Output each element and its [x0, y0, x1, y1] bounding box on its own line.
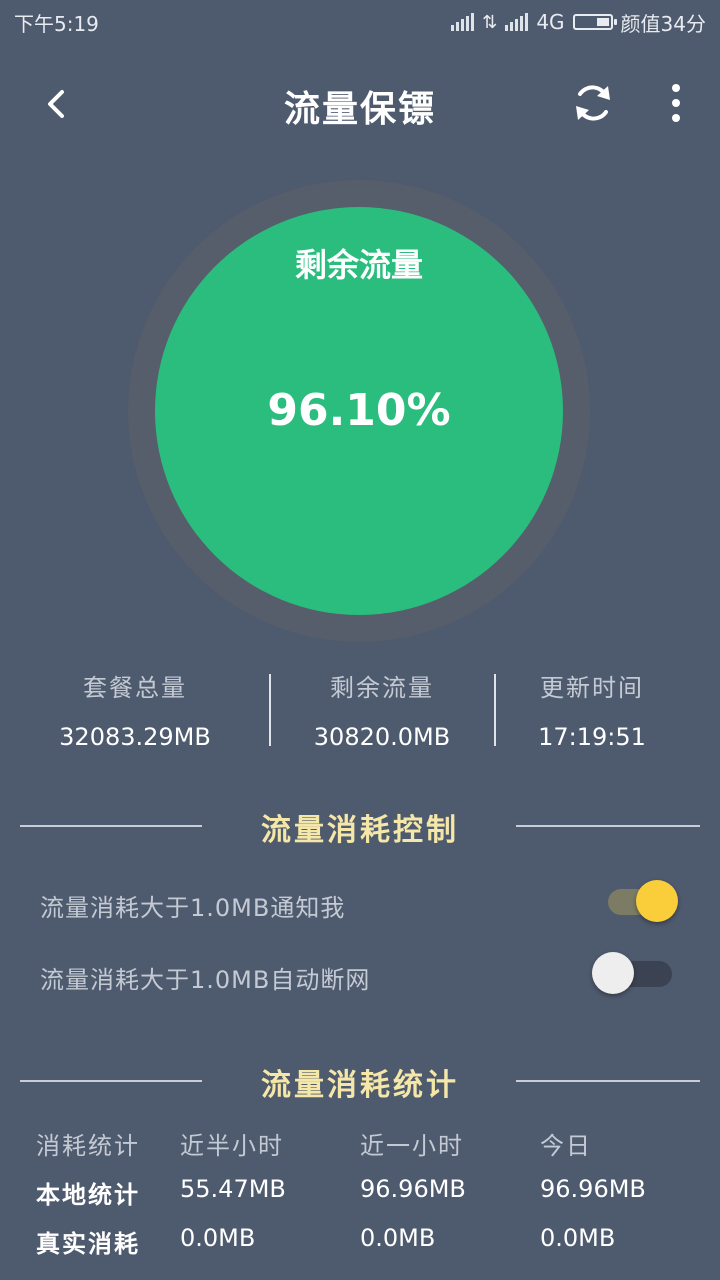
table-cell: 本地统计	[36, 1181, 140, 1209]
network-type: 4G	[536, 10, 565, 34]
control-section-title: 流量消耗控制	[261, 813, 459, 848]
stat-remaining-label: 剩余流量	[330, 674, 434, 702]
stats-row: 套餐总量 32083.29MB 剩余流量 30820.0MB 更新时间 17:1…	[0, 668, 720, 751]
more-options-icon[interactable]	[656, 80, 696, 126]
section-divider	[516, 1080, 700, 1082]
stat-remaining: 剩余流量 30820.0MB	[267, 668, 497, 751]
table-cell: 96.96MB	[540, 1175, 646, 1203]
stat-total-label: 套餐总量	[83, 674, 187, 702]
section-divider	[516, 825, 700, 827]
table-row: 本地统计 55.47MB 96.96MB 96.96MB	[0, 1175, 720, 1215]
stat-update-time: 更新时间 17:19:51	[477, 668, 707, 751]
table-cell: 0.0MB	[540, 1224, 616, 1252]
statistics-section-title: 流量消耗统计	[261, 1068, 459, 1103]
data-arrows-icon: ⇅	[482, 11, 498, 33]
battery-text: 颜值34分	[620, 11, 706, 36]
table-header-cell: 近一小时	[360, 1132, 464, 1160]
statistics-section-header: 流量消耗统计	[0, 1060, 720, 1103]
stat-remaining-value: 30820.0MB	[313, 723, 451, 751]
table-cell: 真实消耗	[36, 1230, 140, 1258]
table-header-cell: 今日	[540, 1132, 592, 1160]
disconnect-switch[interactable]	[592, 952, 676, 996]
signal-icon-2	[505, 13, 529, 31]
table-cell: 0.0MB	[180, 1224, 256, 1252]
control-section-header: 流量消耗控制	[0, 805, 720, 848]
table-row: 真实消耗 0.0MB 0.0MB 0.0MB	[0, 1224, 720, 1264]
table-cell: 0.0MB	[360, 1224, 436, 1252]
disconnect-toggle-label: 流量消耗大于1.0MB自动断网	[40, 966, 371, 994]
stat-update-time-label: 更新时间	[540, 674, 644, 702]
notify-toggle-row: 流量消耗大于1.0MB通知我	[40, 880, 680, 930]
gauge-percent: 96.10%	[267, 385, 451, 436]
stat-total-value: 32083.29MB	[59, 723, 211, 751]
signal-icon	[451, 13, 475, 31]
table-cell: 96.96MB	[360, 1175, 466, 1203]
table-cell: 55.47MB	[180, 1175, 286, 1203]
stat-total: 套餐总量 32083.29MB	[20, 668, 250, 751]
notify-switch[interactable]	[608, 880, 678, 924]
disconnect-toggle-row: 流量消耗大于1.0MB自动断网	[40, 952, 680, 1002]
battery-icon	[572, 14, 617, 30]
status-icons: ⇅ 4G 颜值34分	[451, 8, 706, 37]
top-app-bar: 流量保镖	[0, 60, 720, 150]
refresh-icon[interactable]	[570, 80, 616, 126]
status-bar: 下午5:19 ⇅ 4G 颜值34分	[0, 0, 720, 44]
status-time: 下午5:19	[14, 11, 99, 36]
table-header-row: 消耗统计 近半小时 近一小时 今日	[0, 1126, 720, 1166]
gauge-label: 剩余流量	[294, 246, 423, 284]
table-header-cell: 消耗统计	[36, 1132, 140, 1160]
notify-toggle-label: 流量消耗大于1.0MB通知我	[40, 894, 346, 922]
table-header-cell: 近半小时	[180, 1132, 284, 1160]
stat-update-time-value: 17:19:51	[538, 723, 646, 751]
